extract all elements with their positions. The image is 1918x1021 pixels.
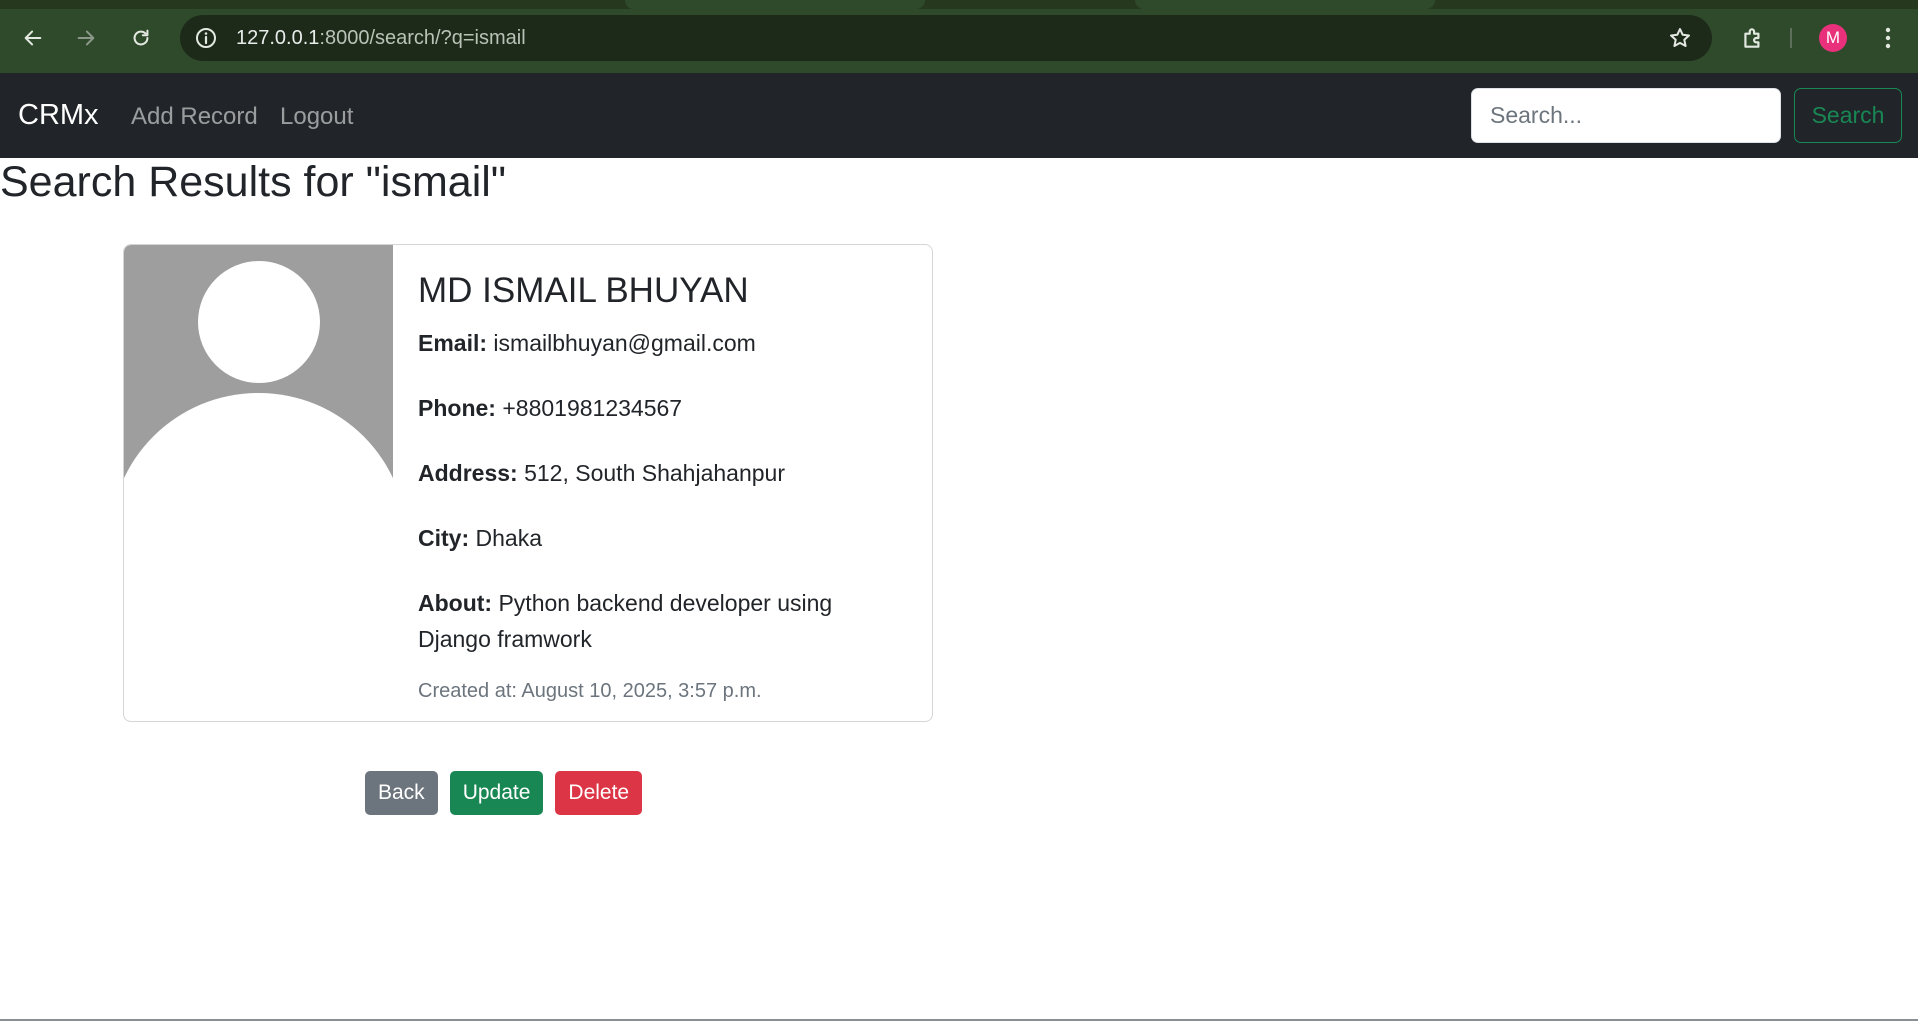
url-path: :8000/search/?q=ismail — [319, 27, 526, 49]
toolbar-divider — [1790, 28, 1792, 48]
avatar-body-shape — [124, 393, 393, 525]
record-email: Email: ismailbhuyan@gmail.com — [418, 325, 908, 361]
phone-label: Phone: — [418, 395, 496, 421]
url-text[interactable]: 127.0.0.1:8000/search/?q=ismail — [236, 27, 526, 50]
email-value: ismailbhuyan@gmail.com — [493, 330, 756, 356]
nav-add-record[interactable]: Add Record — [131, 103, 258, 131]
profile-placeholder-image — [124, 245, 393, 525]
address-value: 512, South Shahjahanpur — [524, 460, 785, 486]
record-city: City: Dhaka — [418, 520, 908, 556]
record-name: MD ISMAIL BHUYAN — [418, 271, 749, 310]
record-details: MD ISMAIL BHUYAN Email: ismailbhuyan@gma… — [418, 271, 908, 703]
delete-button[interactable]: Delete — [555, 771, 643, 815]
profile-avatar[interactable]: M — [1819, 24, 1847, 52]
update-button[interactable]: Update — [449, 771, 544, 815]
avatar-head-shape — [198, 261, 320, 383]
city-value: Dhaka — [475, 525, 542, 551]
record-address: Address: 512, South Shahjahanpur — [418, 455, 908, 491]
record-about: About: Python backend developer using Dj… — [418, 585, 908, 657]
site-info-icon[interactable] — [194, 26, 218, 50]
bookmark-star-icon[interactable] — [1668, 26, 1692, 50]
tab-strip — [0, 0, 1918, 9]
record-phone: Phone: +8801981234567 — [418, 390, 908, 426]
address-bar[interactable]: 127.0.0.1:8000/search/?q=ismail — [180, 15, 1712, 61]
page-title: Search Results for "ismail" — [0, 158, 507, 206]
browser-toolbar: 127.0.0.1:8000/search/?q=ismail M — [0, 0, 1918, 73]
brand-link[interactable]: CRMx — [18, 99, 99, 132]
created-timestamp: Created at: August 10, 2025, 3:57 p.m. — [418, 680, 762, 702]
inactive-tab[interactable] — [1135, 0, 1435, 9]
app-navbar: CRMx Add Record Logout Search — [0, 73, 1918, 158]
record-actions: Back Update Delete — [365, 771, 643, 815]
forward-arrow-icon[interactable] — [68, 20, 104, 56]
search-input[interactable] — [1471, 88, 1781, 143]
inactive-tab[interactable] — [625, 0, 925, 9]
back-arrow-icon[interactable] — [15, 20, 51, 56]
extensions-puzzle-icon[interactable] — [1740, 25, 1766, 51]
nav-logout[interactable]: Logout — [280, 103, 353, 131]
back-button[interactable]: Back — [365, 771, 438, 815]
city-label: City: — [418, 525, 470, 551]
address-label: Address: — [418, 460, 518, 486]
search-button[interactable]: Search — [1794, 88, 1902, 143]
kebab-menu-icon[interactable] — [1876, 24, 1900, 52]
phone-value: +8801981234567 — [502, 395, 683, 421]
reload-icon[interactable] — [123, 20, 159, 56]
url-host: 127.0.0.1 — [236, 27, 320, 49]
record-card: MD ISMAIL BHUYAN Email: ismailbhuyan@gma… — [123, 244, 933, 722]
about-label: About: — [418, 590, 493, 616]
email-label: Email: — [418, 330, 488, 356]
